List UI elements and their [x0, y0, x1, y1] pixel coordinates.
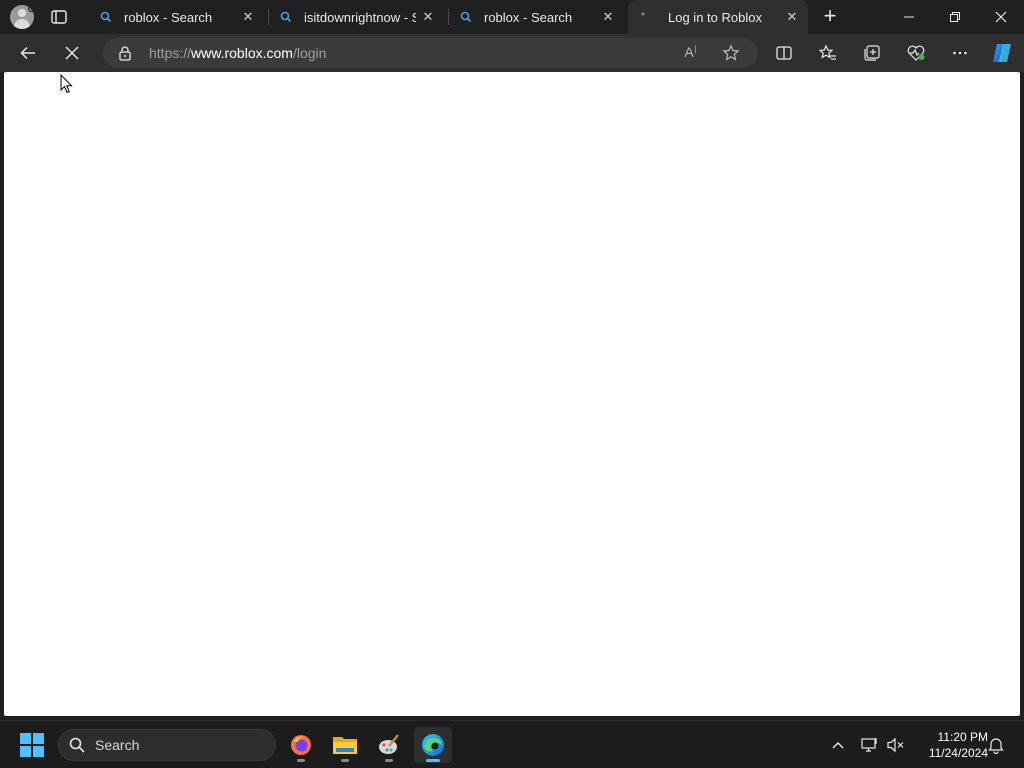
taskbar: Search 11:20 PM 11/24/2024	[0, 720, 1024, 768]
profile-avatar[interactable]	[10, 5, 34, 29]
clock-time: 11:20 PM	[937, 730, 988, 744]
paint-icon	[379, 734, 399, 754]
windows-logo-icon	[20, 733, 31, 744]
split-screen-icon	[776, 46, 792, 60]
address-url[interactable]: https://www.roblox.com/login	[149, 45, 326, 61]
restore-button[interactable]	[932, 0, 978, 34]
taskbar-app-edge[interactable]	[414, 727, 452, 763]
tab-roblox-search-1[interactable]: roblox - Search ✕	[88, 0, 264, 34]
system-clock[interactable]: 11:20 PM 11/24/2024	[912, 729, 988, 761]
network-icon	[861, 738, 877, 752]
stop-loading-button[interactable]	[58, 40, 86, 66]
taskbar-app-firefox[interactable]	[282, 727, 320, 763]
tab-close-icon[interactable]: ✕	[780, 9, 804, 25]
tab-strip: roblox - Search ✕ isitdownrightnow - Sea…	[0, 0, 1024, 34]
more-icon	[953, 51, 967, 55]
loading-favicon	[636, 11, 656, 23]
browser-window: roblox - Search ✕ isitdownrightnow - Sea…	[0, 0, 1024, 720]
taskbar-app-paint[interactable]	[370, 727, 408, 763]
more-options-button[interactable]	[946, 40, 974, 66]
search-label: Search	[95, 737, 140, 753]
file-explorer-icon	[333, 737, 357, 754]
tab-actions-icon[interactable]	[50, 8, 68, 26]
start-button[interactable]	[20, 733, 44, 757]
notifications-button[interactable]	[986, 735, 1006, 755]
tab-title: isitdownrightnow - Sea	[304, 9, 416, 25]
chevron-up-icon	[832, 742, 844, 749]
stop-loading-icon	[65, 46, 79, 60]
search-favicon	[456, 11, 476, 23]
copilot-icon	[993, 44, 1011, 62]
url-host: www.roblox.com	[191, 45, 293, 61]
mouse-cursor-icon	[60, 73, 74, 99]
running-indicator	[385, 759, 393, 762]
tab-close-icon[interactable]: ✕	[596, 9, 620, 25]
tab-isitdownrightnow-search[interactable]: isitdownrightnow - Sea ✕	[268, 0, 444, 34]
favorites-icon	[819, 44, 836, 60]
tab-log-in-to-roblox[interactable]: Log in to Roblox ✕	[628, 0, 808, 34]
volume-tray-button[interactable]	[886, 735, 906, 755]
volume-muted-icon	[887, 737, 904, 753]
page-viewport[interactable]	[4, 72, 1020, 716]
favorite-star-icon[interactable]	[721, 44, 741, 62]
copilot-button[interactable]	[988, 40, 1016, 66]
back-icon	[20, 46, 35, 60]
url-path: /login	[292, 45, 327, 61]
tab-title: roblox - Search	[484, 9, 573, 25]
minimize-button[interactable]	[886, 0, 932, 34]
browser-essentials-icon	[907, 45, 925, 61]
address-bar[interactable]: https://www.roblox.com/login A∣	[103, 38, 758, 68]
browser-essentials-button[interactable]	[902, 40, 930, 66]
tab-roblox-search-2[interactable]: roblox - Search ✕	[448, 0, 624, 34]
tab-close-icon[interactable]: ✕	[416, 9, 440, 25]
tab-title: roblox - Search	[124, 9, 213, 25]
firefox-icon	[291, 735, 311, 755]
read-aloud-glyph: A	[684, 44, 694, 60]
tab-close-icon[interactable]: ✕	[236, 9, 260, 25]
tab-title: Log in to Roblox	[668, 9, 762, 25]
split-screen-button[interactable]	[770, 40, 798, 66]
clock-date: 11/24/2024	[928, 746, 988, 760]
taskbar-search-box[interactable]: Search	[58, 729, 276, 761]
new-tab-button[interactable]: +	[818, 5, 842, 29]
restore-icon	[950, 12, 960, 22]
favorites-button[interactable]	[814, 40, 842, 66]
collections-button[interactable]	[858, 40, 886, 66]
running-indicator	[297, 759, 305, 762]
close-icon	[995, 11, 1007, 23]
running-indicator	[341, 759, 349, 762]
edge-icon	[422, 734, 444, 756]
read-aloud-icon[interactable]: A∣	[681, 44, 701, 62]
search-favicon	[276, 11, 296, 23]
minimize-icon	[904, 16, 914, 18]
search-icon	[69, 737, 85, 758]
bell-icon	[988, 738, 1004, 754]
network-tray-button[interactable]	[860, 735, 880, 755]
close-window-button[interactable]	[978, 0, 1024, 34]
active-indicator	[426, 759, 440, 762]
url-scheme: https://	[149, 45, 192, 61]
taskbar-app-file-explorer[interactable]	[326, 727, 364, 763]
browser-toolbar: https://www.roblox.com/login A∣	[0, 34, 1024, 72]
collections-icon	[864, 45, 880, 61]
lock-icon[interactable]	[117, 45, 133, 61]
show-hidden-icons-button[interactable]	[828, 735, 848, 755]
search-favicon	[96, 11, 116, 23]
back-button[interactable]	[14, 40, 42, 66]
